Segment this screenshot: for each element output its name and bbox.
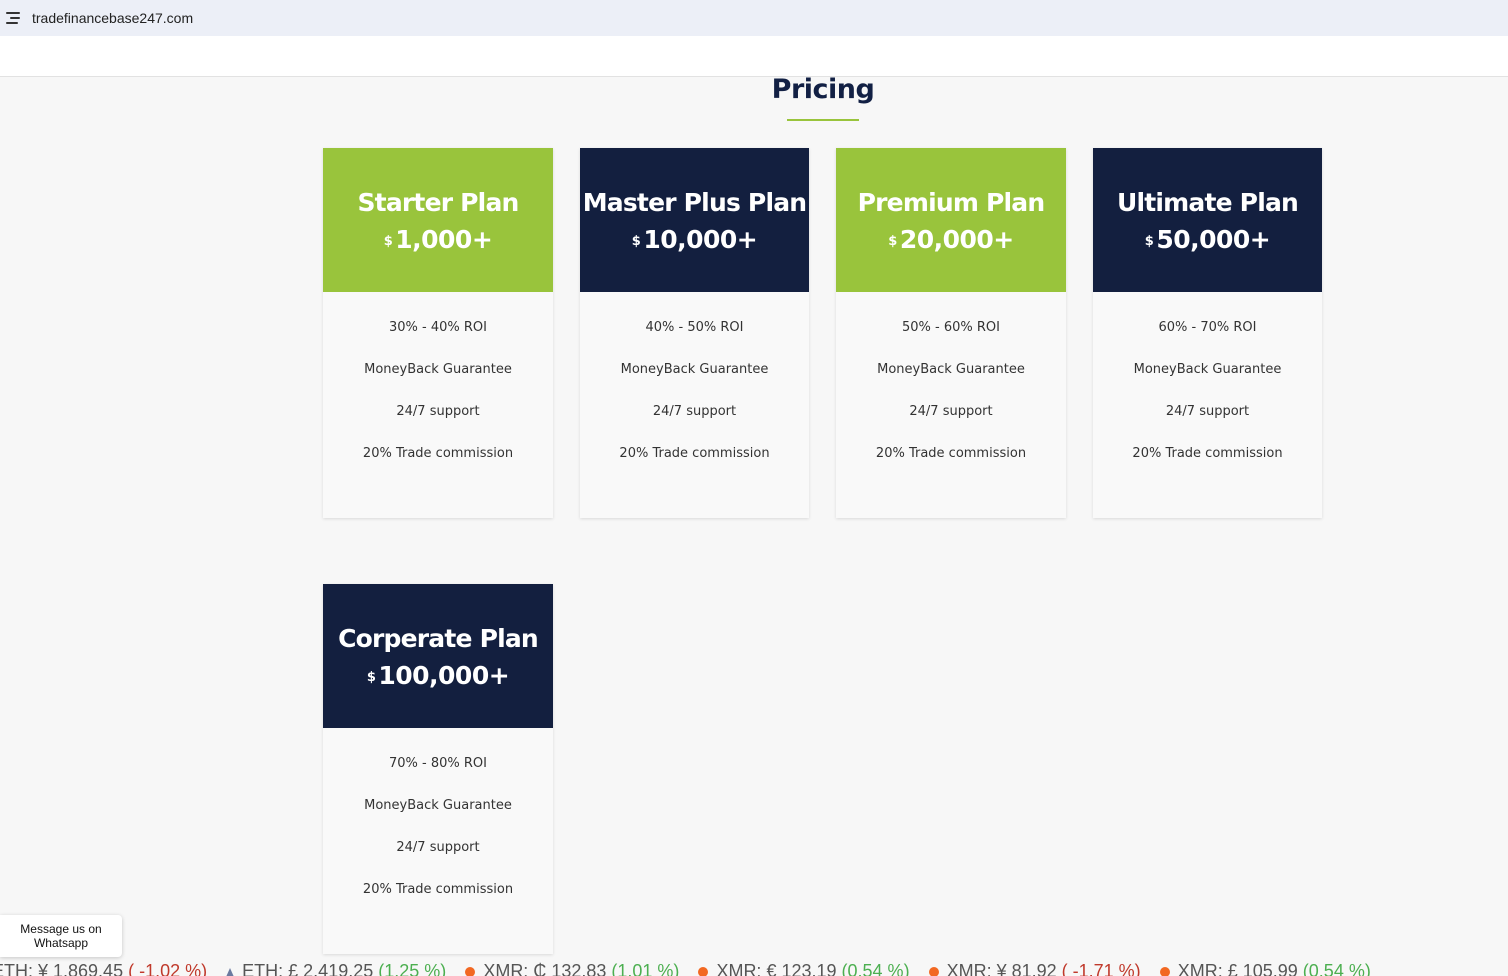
plan-header: Ultimate Plan $50,000+ bbox=[1093, 148, 1322, 292]
plan-features: 50% - 60% ROI MoneyBack Guarantee 24/7 s… bbox=[836, 292, 1066, 487]
ticker-item: ETH: £ 2,419.25 (1.25 %) bbox=[226, 960, 446, 976]
ticker-change: (0.54 %) bbox=[1302, 961, 1371, 976]
plan-name: Master Plus Plan bbox=[582, 188, 807, 217]
whatsapp-chat-button[interactable]: Message us on Whatsapp bbox=[0, 915, 122, 957]
ticker-item: ETH: ¥ 1,869.45 ( -1.02 %) bbox=[0, 960, 207, 976]
ticker-label: ETH: £ 2,419.25 bbox=[242, 961, 374, 976]
plan-header: Premium Plan $20,000+ bbox=[836, 148, 1066, 292]
feature-guarantee: MoneyBack Guarantee bbox=[620, 362, 769, 377]
ticker-label: ETH: ¥ 1,869.45 bbox=[0, 961, 124, 976]
currency-symbol: $ bbox=[888, 233, 897, 249]
url-text[interactable]: tradefinancebase247.com bbox=[32, 10, 193, 26]
price-amount: 50,000+ bbox=[1156, 225, 1271, 254]
plan-name: Ultimate Plan bbox=[1116, 188, 1299, 217]
ticker-item: XMR: € 123.19 (0.54 %) bbox=[698, 960, 910, 976]
feature-commission: 20% Trade commission bbox=[362, 446, 514, 461]
plan-features: 40% - 50% ROI MoneyBack Guarantee 24/7 s… bbox=[580, 292, 809, 487]
price-amount: 1,000+ bbox=[395, 225, 493, 254]
title-underline bbox=[787, 119, 859, 121]
feature-support: 24/7 support bbox=[652, 404, 737, 419]
plan-price: $10,000+ bbox=[631, 225, 758, 254]
site-settings-icon[interactable] bbox=[6, 12, 20, 24]
plan-price: $1,000+ bbox=[384, 225, 493, 254]
ticker-change: (1.01 %) bbox=[611, 961, 680, 976]
eth-icon bbox=[226, 967, 235, 976]
site-navbar bbox=[0, 36, 1508, 77]
plan-name: Corperate Plan bbox=[338, 624, 539, 653]
xmr-icon bbox=[698, 967, 709, 976]
feature-guarantee: MoneyBack Guarantee bbox=[364, 798, 512, 813]
xmr-icon bbox=[928, 967, 939, 976]
feature-roi: 60% - 70% ROI bbox=[1158, 320, 1257, 335]
whatsapp-label-line2: Whatsapp bbox=[33, 936, 89, 950]
plan-header: Corperate Plan $100,000+ bbox=[323, 584, 553, 728]
feature-guarantee: MoneyBack Guarantee bbox=[1133, 362, 1282, 377]
feature-commission: 20% Trade commission bbox=[362, 882, 514, 897]
feature-support: 24/7 support bbox=[396, 840, 480, 855]
feature-support: 24/7 support bbox=[1165, 404, 1250, 419]
plan-name: Premium Plan bbox=[857, 188, 1046, 217]
feature-support: 24/7 support bbox=[909, 404, 993, 419]
price-amount: 20,000+ bbox=[899, 225, 1014, 254]
plan-features: 60% - 70% ROI MoneyBack Guarantee 24/7 s… bbox=[1093, 292, 1322, 487]
feature-guarantee: MoneyBack Guarantee bbox=[877, 362, 1025, 377]
feature-roi: 40% - 50% ROI bbox=[645, 320, 744, 335]
plan-header: Starter Plan $1,000+ bbox=[323, 148, 553, 292]
ticker-item: XMR: £ 105.99 (0.54 %) bbox=[1159, 960, 1371, 976]
plan-price: $50,000+ bbox=[1144, 225, 1271, 254]
whatsapp-label-line1: Message us on bbox=[20, 922, 102, 936]
ticker-change: (0.54 %) bbox=[841, 961, 910, 976]
ticker-label: XMR: ₵ 132.83 bbox=[483, 961, 607, 976]
ticker-change: (1.25 %) bbox=[378, 961, 447, 976]
ticker-item: XMR: ₵ 132.83 (1.01 %) bbox=[465, 960, 679, 976]
ticker-item: XMR: ¥ 81.92 ( -1.71 %) bbox=[928, 960, 1141, 976]
crypto-price-ticker[interactable]: ETH: ¥ 1,869.45 ( -1.02 %) ETH: £ 2,419.… bbox=[0, 960, 1385, 976]
ticker-label: XMR: ¥ 81.92 bbox=[946, 961, 1057, 976]
plan-price: $100,000+ bbox=[366, 661, 510, 690]
plan-card-ultimate[interactable]: Ultimate Plan $50,000+ 60% - 70% ROI Mon… bbox=[1093, 148, 1322, 518]
xmr-icon bbox=[465, 967, 476, 976]
price-amount: 100,000+ bbox=[378, 661, 510, 690]
plan-card-premium[interactable]: Premium Plan $20,000+ 50% - 60% ROI Mone… bbox=[836, 148, 1066, 518]
feature-commission: 20% Trade commission bbox=[1132, 446, 1283, 461]
plan-card-starter[interactable]: Starter Plan $1,000+ 30% - 40% ROI Money… bbox=[323, 148, 553, 518]
ticker-label: XMR: € 123.19 bbox=[716, 961, 837, 976]
currency-symbol: $ bbox=[1144, 233, 1154, 249]
browser-address-bar[interactable]: tradefinancebase247.com bbox=[0, 0, 1508, 36]
feature-roi: 50% - 60% ROI bbox=[902, 320, 1000, 335]
ticker-label: XMR: £ 105.99 bbox=[1177, 961, 1298, 976]
plan-header: Master Plus Plan $10,000+ bbox=[580, 148, 809, 292]
feature-commission: 20% Trade commission bbox=[619, 446, 770, 461]
feature-support: 24/7 support bbox=[396, 404, 480, 419]
ticker-change: ( -1.02 %) bbox=[128, 961, 208, 976]
price-amount: 10,000+ bbox=[643, 225, 758, 254]
plan-card-master-plus[interactable]: Master Plus Plan $10,000+ 40% - 50% ROI … bbox=[580, 148, 809, 518]
feature-roi: 30% - 40% ROI bbox=[389, 320, 487, 335]
plan-name: Starter Plan bbox=[357, 188, 519, 217]
plan-card-corperate[interactable]: Corperate Plan $100,000+ 70% - 80% ROI M… bbox=[323, 584, 553, 954]
feature-roi: 70% - 80% ROI bbox=[389, 756, 487, 771]
currency-symbol: $ bbox=[631, 233, 641, 249]
feature-commission: 20% Trade commission bbox=[875, 446, 1027, 461]
currency-symbol: $ bbox=[383, 233, 393, 249]
xmr-icon bbox=[1159, 967, 1170, 976]
plan-features: 70% - 80% ROI MoneyBack Guarantee 24/7 s… bbox=[323, 728, 553, 923]
ticker-change: ( -1.71 %) bbox=[1061, 961, 1141, 976]
section-title: Pricing bbox=[771, 74, 875, 105]
plan-price: $20,000+ bbox=[888, 225, 1014, 254]
feature-guarantee: MoneyBack Guarantee bbox=[364, 362, 512, 377]
currency-symbol: $ bbox=[366, 669, 376, 685]
plan-features: 30% - 40% ROI MoneyBack Guarantee 24/7 s… bbox=[323, 292, 553, 487]
